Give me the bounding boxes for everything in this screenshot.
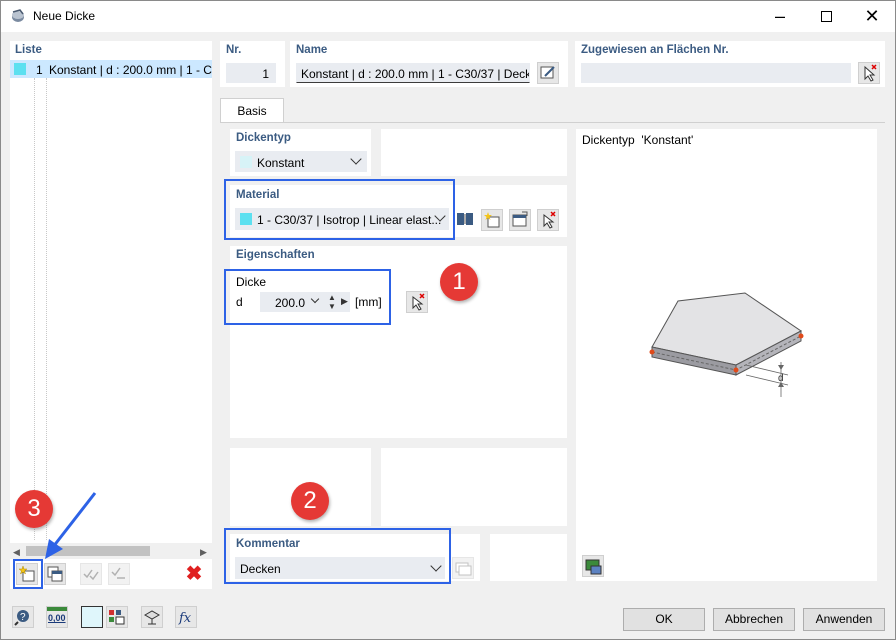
annotation-badge-1: 1 bbox=[440, 263, 478, 301]
list-panel: Liste 1 Konstant | d : 200.0 mm | 1 - C3… bbox=[10, 41, 212, 559]
list-item[interactable]: 1 Konstant | d : 200.0 mm | 1 - C30/37 |… bbox=[10, 60, 212, 78]
list-header: Liste bbox=[15, 44, 42, 56]
app-icon bbox=[12, 9, 24, 22]
view-button[interactable] bbox=[141, 606, 163, 628]
chevron-down-icon bbox=[350, 153, 362, 165]
title-bar: Neue Dicke – ✕ bbox=[1, 1, 895, 32]
display-properties-button[interactable] bbox=[106, 606, 128, 628]
assigned-label: Zugewiesen an Flächen Nr. bbox=[581, 44, 729, 56]
comment-highlight-box bbox=[224, 528, 451, 584]
scroll-right-icon[interactable]: ▶ bbox=[200, 547, 207, 558]
pick-thickness-button[interactable] bbox=[406, 291, 428, 313]
tree-line bbox=[46, 78, 47, 540]
pick-cursor-icon bbox=[864, 64, 877, 82]
delete-x-icon: ✖ bbox=[185, 563, 203, 585]
material-library-button[interactable] bbox=[455, 209, 477, 231]
thickness-type-value: Konstant bbox=[257, 156, 305, 170]
pick-material-button[interactable] bbox=[537, 209, 559, 231]
color-button[interactable] bbox=[81, 606, 103, 628]
thickness-highlight-box bbox=[224, 269, 391, 325]
stack-icon bbox=[455, 562, 472, 576]
preview-title: Dickentyp 'Konstant' bbox=[582, 133, 694, 147]
cancel-button[interactable]: Abbrechen bbox=[713, 608, 795, 631]
minimize-button[interactable]: – bbox=[757, 1, 803, 32]
thickness-type-label: Dickentyp bbox=[236, 132, 291, 144]
blank-panel bbox=[490, 534, 567, 581]
preview-options-button[interactable] bbox=[582, 555, 604, 577]
apply-button[interactable]: Anwenden bbox=[803, 608, 885, 631]
nr-label: Nr. bbox=[226, 44, 242, 56]
list-item-number: 1 bbox=[36, 63, 43, 77]
tab-basis-label: Basis bbox=[237, 104, 267, 118]
assigned-surfaces-field[interactable] bbox=[581, 63, 851, 83]
thickness-type-dropdown[interactable]: Konstant bbox=[235, 151, 367, 172]
help-magnifier-icon: ? bbox=[14, 610, 29, 626]
help-button[interactable]: ? bbox=[12, 606, 34, 628]
formula-button[interactable]: fx bbox=[175, 606, 197, 628]
view-surface-icon bbox=[143, 610, 161, 625]
display-settings-icon bbox=[585, 559, 602, 575]
edit-window-icon bbox=[512, 211, 528, 227]
close-window-button[interactable]: ✕ bbox=[849, 1, 895, 32]
pick-cursor-icon bbox=[412, 293, 425, 311]
list-item-label: Konstant | d : 200.0 mm | 1 - C30/37 | D… bbox=[49, 63, 212, 77]
pick-surfaces-button[interactable] bbox=[858, 62, 880, 84]
thickness-type-swatch bbox=[240, 156, 252, 168]
edit-name-button[interactable] bbox=[537, 62, 559, 84]
units-button[interactable]: 0,00 bbox=[46, 606, 68, 628]
material-highlight-box bbox=[224, 179, 455, 240]
uncheck-button[interactable] bbox=[108, 563, 130, 585]
edit-pencil-icon bbox=[540, 66, 555, 79]
book-library-icon bbox=[457, 213, 473, 225]
blank-panel bbox=[381, 129, 567, 176]
tab-basis[interactable]: Basis bbox=[220, 98, 284, 123]
uncheck-icon bbox=[111, 567, 125, 579]
ok-button[interactable]: OK bbox=[623, 608, 705, 631]
scroll-left-icon[interactable]: ◀ bbox=[13, 547, 20, 558]
preview-panel: Dickentyp 'Konstant' d bbox=[576, 129, 877, 581]
name-panel: Name Konstant | d : 200.0 mm | 1 - C30/3… bbox=[290, 41, 568, 87]
annotation-arrow-icon bbox=[45, 492, 97, 559]
comment-library-button[interactable] bbox=[452, 557, 474, 579]
delete-item-button[interactable]: ✖ bbox=[183, 563, 205, 585]
list-item-color-swatch bbox=[14, 63, 26, 75]
new-button-highlight-box bbox=[13, 559, 43, 589]
pick-cursor-icon bbox=[543, 211, 556, 229]
svg-text:fx: fx bbox=[178, 611, 192, 626]
annotation-badge-2: 2 bbox=[291, 482, 329, 520]
blank-panel bbox=[381, 448, 567, 526]
units-bar-icon bbox=[47, 607, 67, 611]
edit-material-button[interactable] bbox=[509, 209, 531, 231]
name-label: Name bbox=[296, 44, 328, 56]
name-field[interactable]: Konstant | d : 200.0 mm | 1 - C30/37 | D… bbox=[296, 63, 530, 83]
nr-panel: Nr. 1 bbox=[220, 41, 285, 87]
window-title: Neue Dicke bbox=[33, 9, 96, 23]
tree-line bbox=[34, 78, 35, 540]
thickness-type-panel: Dickentyp Konstant bbox=[230, 129, 371, 176]
dialog-window: Neue Dicke – ✕ Liste 1 Konstant | d : 20… bbox=[0, 0, 896, 640]
nr-field[interactable]: 1 bbox=[226, 63, 276, 83]
units-label: 0,00 bbox=[48, 613, 66, 623]
svg-text:?: ? bbox=[20, 612, 26, 623]
properties-label: Eigenschaften bbox=[236, 249, 315, 261]
function-fx-icon: fx bbox=[178, 611, 192, 626]
new-material-button[interactable] bbox=[481, 209, 503, 231]
preview-dimension-label: d bbox=[778, 373, 784, 384]
assigned-panel: Zugewiesen an Flächen Nr. bbox=[575, 41, 885, 87]
new-star-icon bbox=[484, 212, 500, 228]
maximize-button[interactable] bbox=[803, 1, 849, 32]
properties-grid-icon bbox=[109, 610, 125, 625]
slab-preview-graphic: d bbox=[649, 292, 804, 397]
